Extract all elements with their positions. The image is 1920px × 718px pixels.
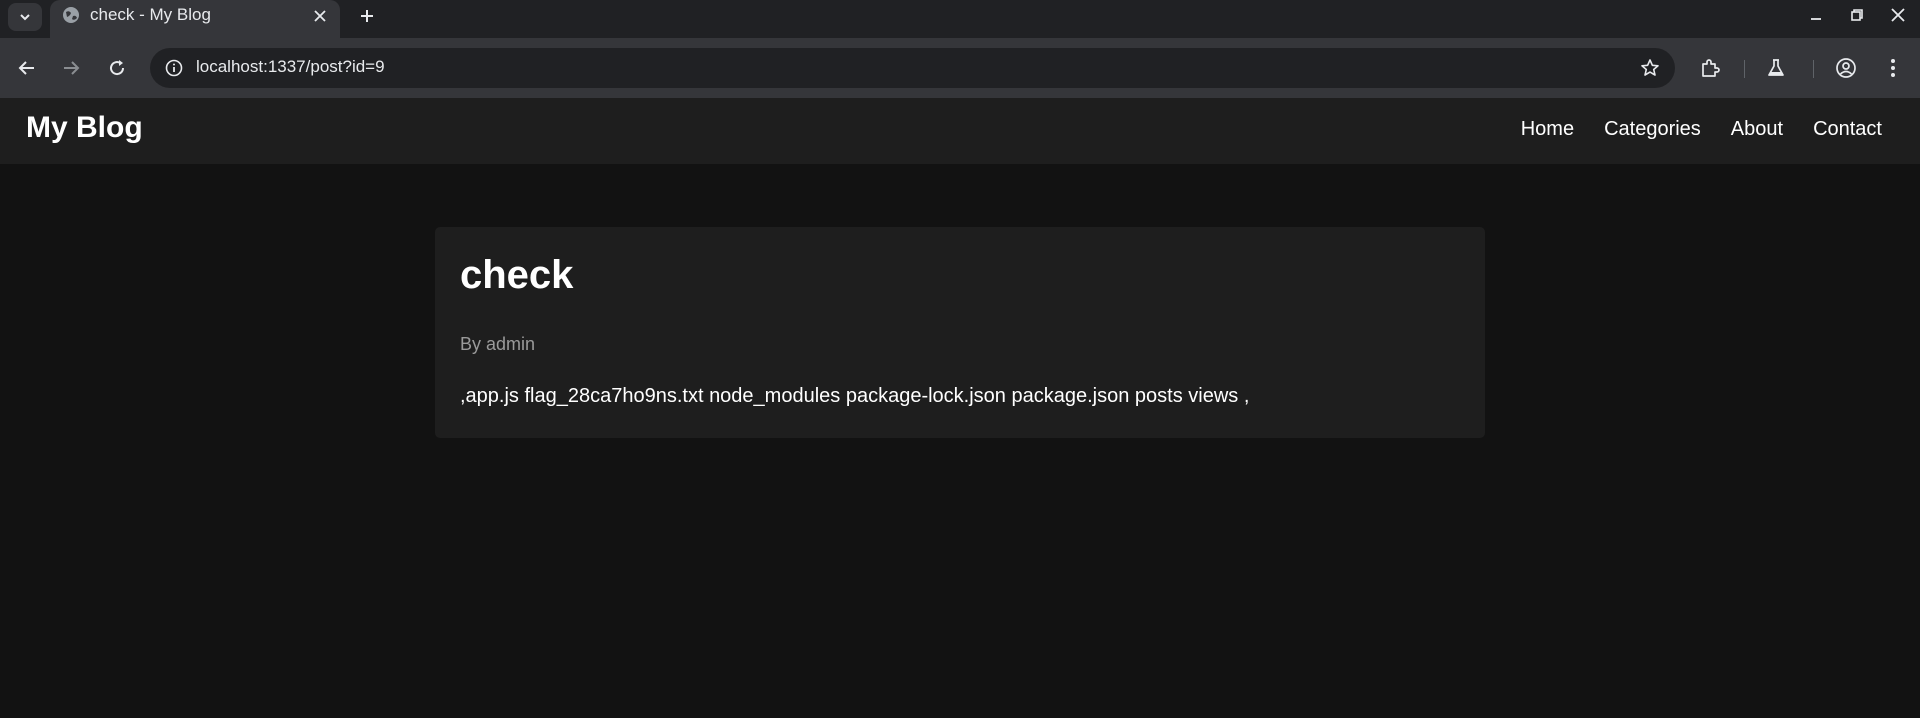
tab-search-button[interactable] [8, 3, 42, 31]
browser-toolbar: localhost:1337/post?id=9 [0, 38, 1920, 99]
nav-link-home[interactable]: Home [1521, 118, 1574, 141]
site-header: My Blog Home Categories About Contact [0, 98, 1920, 164]
site-logo[interactable]: My Blog [26, 111, 143, 145]
toolbar-divider [1744, 60, 1745, 78]
minimize-window-button[interactable] [1796, 0, 1836, 30]
extensions-button[interactable] [1692, 50, 1728, 86]
close-window-button[interactable] [1878, 0, 1918, 30]
arrow-right-icon [61, 58, 81, 78]
browser-menu-button[interactable] [1875, 50, 1911, 86]
profile-button[interactable] [1828, 50, 1864, 86]
flask-icon [1766, 58, 1786, 78]
star-icon[interactable] [1637, 55, 1663, 81]
arrow-left-icon [17, 58, 37, 78]
reload-icon [107, 58, 127, 78]
post-card: check By admin ,app.js flag_28ca7ho9ns.t… [435, 227, 1485, 438]
restore-window-button[interactable] [1837, 0, 1877, 30]
nav-link-about[interactable]: About [1731, 118, 1783, 141]
browser-tab-active[interactable]: check - My Blog [50, 0, 340, 38]
site-nav: Home Categories About Contact [1521, 118, 1882, 141]
post-body: ,app.js flag_28ca7ho9ns.txt node_modules… [460, 385, 1250, 407]
restore-icon [1850, 8, 1864, 22]
browser-tab-strip: check - My Blog [0, 0, 1920, 38]
address-bar[interactable]: localhost:1337/post?id=9 [150, 48, 1675, 88]
post-author: By admin [460, 334, 536, 354]
kebab-menu-icon [1890, 58, 1896, 78]
address-url[interactable]: localhost:1337/post?id=9 [196, 57, 385, 77]
minimize-icon [1809, 8, 1823, 22]
labs-button[interactable] [1758, 50, 1794, 86]
toolbar-divider [1813, 60, 1814, 78]
tab-title: check - My Blog [90, 5, 211, 24]
tab-close-button[interactable] [308, 4, 332, 28]
plus-icon [359, 8, 375, 24]
globe-icon [62, 6, 80, 24]
back-button[interactable] [9, 50, 45, 86]
reload-button[interactable] [99, 50, 135, 86]
close-icon [314, 10, 326, 22]
info-icon[interactable] [162, 56, 186, 80]
forward-button[interactable] [53, 50, 89, 86]
puzzle-icon [1699, 57, 1721, 79]
new-tab-button[interactable] [352, 2, 382, 30]
account-icon [1835, 57, 1857, 79]
close-icon [1891, 8, 1905, 22]
nav-link-categories[interactable]: Categories [1604, 118, 1701, 141]
nav-link-contact[interactable]: Contact [1813, 118, 1882, 141]
chevron-down-icon [18, 10, 32, 24]
post-title: check [460, 253, 574, 297]
